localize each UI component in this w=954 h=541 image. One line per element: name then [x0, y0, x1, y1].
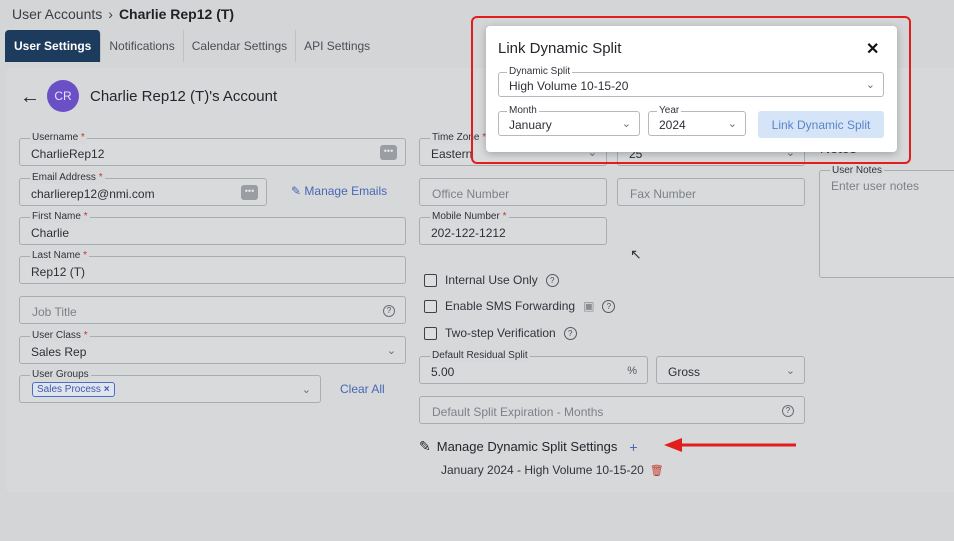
ellipsis-icon[interactable]: ••• [380, 145, 397, 160]
edit-icon: ✎ [419, 438, 431, 454]
chevron-down-icon: ⌄ [386, 345, 396, 357]
calendar-icon: ▣ [583, 299, 595, 313]
percent-unit: % [627, 365, 637, 377]
mobile-number-field[interactable]: Mobile Number * 202-122-1212 [419, 211, 607, 245]
user-notes-label: User Notes [830, 165, 885, 176]
user-class-label: User Class [32, 330, 81, 341]
user-notes-placeholder: Enter user notes [831, 179, 920, 193]
checkbox-box[interactable] [424, 326, 437, 340]
help-icon[interactable]: ? [602, 299, 616, 313]
tab-calendar-settings[interactable]: Calendar Settings [184, 30, 297, 62]
remove-tag-icon[interactable]: × [104, 384, 110, 395]
sms-forwarding-label: Enable SMS Forwarding [445, 299, 576, 313]
internal-use-checkbox[interactable]: Internal Use Only ? [424, 273, 559, 287]
page: User Accounts › Charlie Rep12 (T) User S… [0, 0, 954, 541]
two-step-checkbox[interactable]: Two-step Verification ? [424, 326, 577, 340]
username-value: CharlieRep12 [31, 147, 105, 161]
breadcrumb-parent[interactable]: User Accounts [12, 6, 102, 22]
internal-use-label: Internal Use Only [445, 273, 538, 287]
red-arrow-annotation [664, 438, 796, 452]
residual-split-label: Default Residual Split [430, 350, 530, 362]
edit-icon: ✎ [291, 184, 302, 198]
user-group-tag[interactable]: Sales Process × [32, 382, 115, 397]
add-dynamic-split-button[interactable]: + [629, 439, 637, 455]
fax-number-field[interactable]: Fax Number [617, 178, 805, 206]
chevron-down-icon: ⌄ [301, 384, 311, 396]
page-title: Charlie Rep12 (T)'s Account [90, 88, 278, 105]
checkbox-box[interactable] [424, 299, 437, 313]
email-value: charlierep12@nmi.com [31, 187, 155, 201]
sms-forwarding-checkbox[interactable]: Enable SMS Forwarding ▣ ? [424, 299, 616, 313]
avatar: CR [47, 80, 79, 112]
last-name-field[interactable]: Last Name * Rep12 (T) [19, 250, 406, 284]
manage-emails-link[interactable]: ✎ Manage Emails [291, 184, 387, 198]
tab-bar: User Settings Notifications Calendar Set… [5, 30, 378, 62]
chevron-down-icon: ⌄ [785, 365, 795, 377]
fax-number-placeholder: Fax Number [630, 187, 697, 201]
help-icon[interactable]: ? [545, 273, 559, 287]
mouse-cursor-icon: ↖ [630, 246, 642, 262]
residual-split-field[interactable]: Default Residual Split 5.00 % [419, 350, 648, 384]
username-field[interactable]: Username * CharlieRep12 ••• [19, 132, 406, 166]
user-groups-select[interactable]: User Groups Sales Process × ⌄ [19, 369, 321, 403]
user-groups-label: User Groups [30, 369, 91, 381]
tab-notifications[interactable]: Notifications [101, 30, 184, 62]
residual-split-value: 5.00 [431, 365, 455, 379]
job-title-field[interactable]: Job Title ? [19, 296, 406, 324]
two-step-label: Two-step Verification [445, 326, 556, 340]
manage-emails-label: Manage Emails [304, 184, 388, 198]
manage-dynamic-label: Manage Dynamic Split Settings [436, 439, 618, 454]
red-highlight-annotation [471, 16, 911, 164]
first-name-value: Charlie [31, 226, 70, 240]
user-group-tag-label: Sales Process [37, 384, 101, 395]
email-label: Email Address [32, 172, 96, 183]
last-name-value: Rep12 (T) [31, 265, 86, 279]
user-class-value: Sales Rep [31, 345, 87, 359]
mobile-number-label: Mobile Number [432, 211, 500, 222]
user-class-select[interactable]: User Class * Sales Rep ⌄ [19, 330, 406, 364]
breadcrumb: User Accounts › Charlie Rep12 (T) [12, 6, 234, 22]
user-notes-textarea[interactable]: User Notes Enter user notes [819, 165, 954, 278]
office-number-field[interactable]: Office Number [419, 178, 607, 206]
tab-api-settings[interactable]: API Settings [296, 30, 378, 62]
username-label: Username [32, 132, 79, 143]
ellipsis-icon[interactable]: ••• [241, 185, 258, 200]
trash-icon[interactable]: 🗑 [650, 464, 664, 477]
breadcrumb-separator: › [108, 6, 113, 22]
help-icon[interactable]: ? [563, 326, 577, 340]
help-icon[interactable]: ? [383, 305, 395, 317]
dynamic-split-entry: January 2024 - High Volume 10-15-20 🗑 [441, 463, 664, 477]
last-name-label: Last Name [32, 250, 81, 261]
job-title-placeholder: Job Title [32, 305, 77, 319]
breadcrumb-current: Charlie Rep12 (T) [118, 6, 235, 22]
gross-value: Gross [668, 365, 701, 379]
clear-all-link[interactable]: Clear All [340, 382, 385, 396]
gross-select[interactable]: Gross ⌄ [656, 356, 805, 384]
email-field[interactable]: Email Address * charlierep12@nmi.com ••• [19, 172, 267, 206]
office-number-placeholder: Office Number [432, 187, 510, 201]
first-name-field[interactable]: First Name * Charlie [19, 211, 406, 245]
back-arrow-icon[interactable]: ← [20, 86, 40, 109]
dynamic-split-entry-label: January 2024 - High Volume 10-15-20 [441, 463, 644, 477]
split-expiration-field[interactable]: Default Split Expiration - Months ? [419, 396, 805, 424]
tab-user-settings[interactable]: User Settings [5, 30, 102, 62]
first-name-label: First Name [32, 211, 81, 222]
help-icon[interactable]: ? [782, 405, 794, 417]
mobile-number-value: 202-122-1212 [431, 226, 506, 240]
checkbox-box[interactable] [424, 273, 437, 287]
split-expiration-placeholder: Default Split Expiration - Months [432, 405, 604, 419]
manage-dynamic-split[interactable]: ✎ Manage Dynamic Split Settings + [419, 438, 638, 455]
time-zone-value: Eastern [431, 147, 473, 161]
